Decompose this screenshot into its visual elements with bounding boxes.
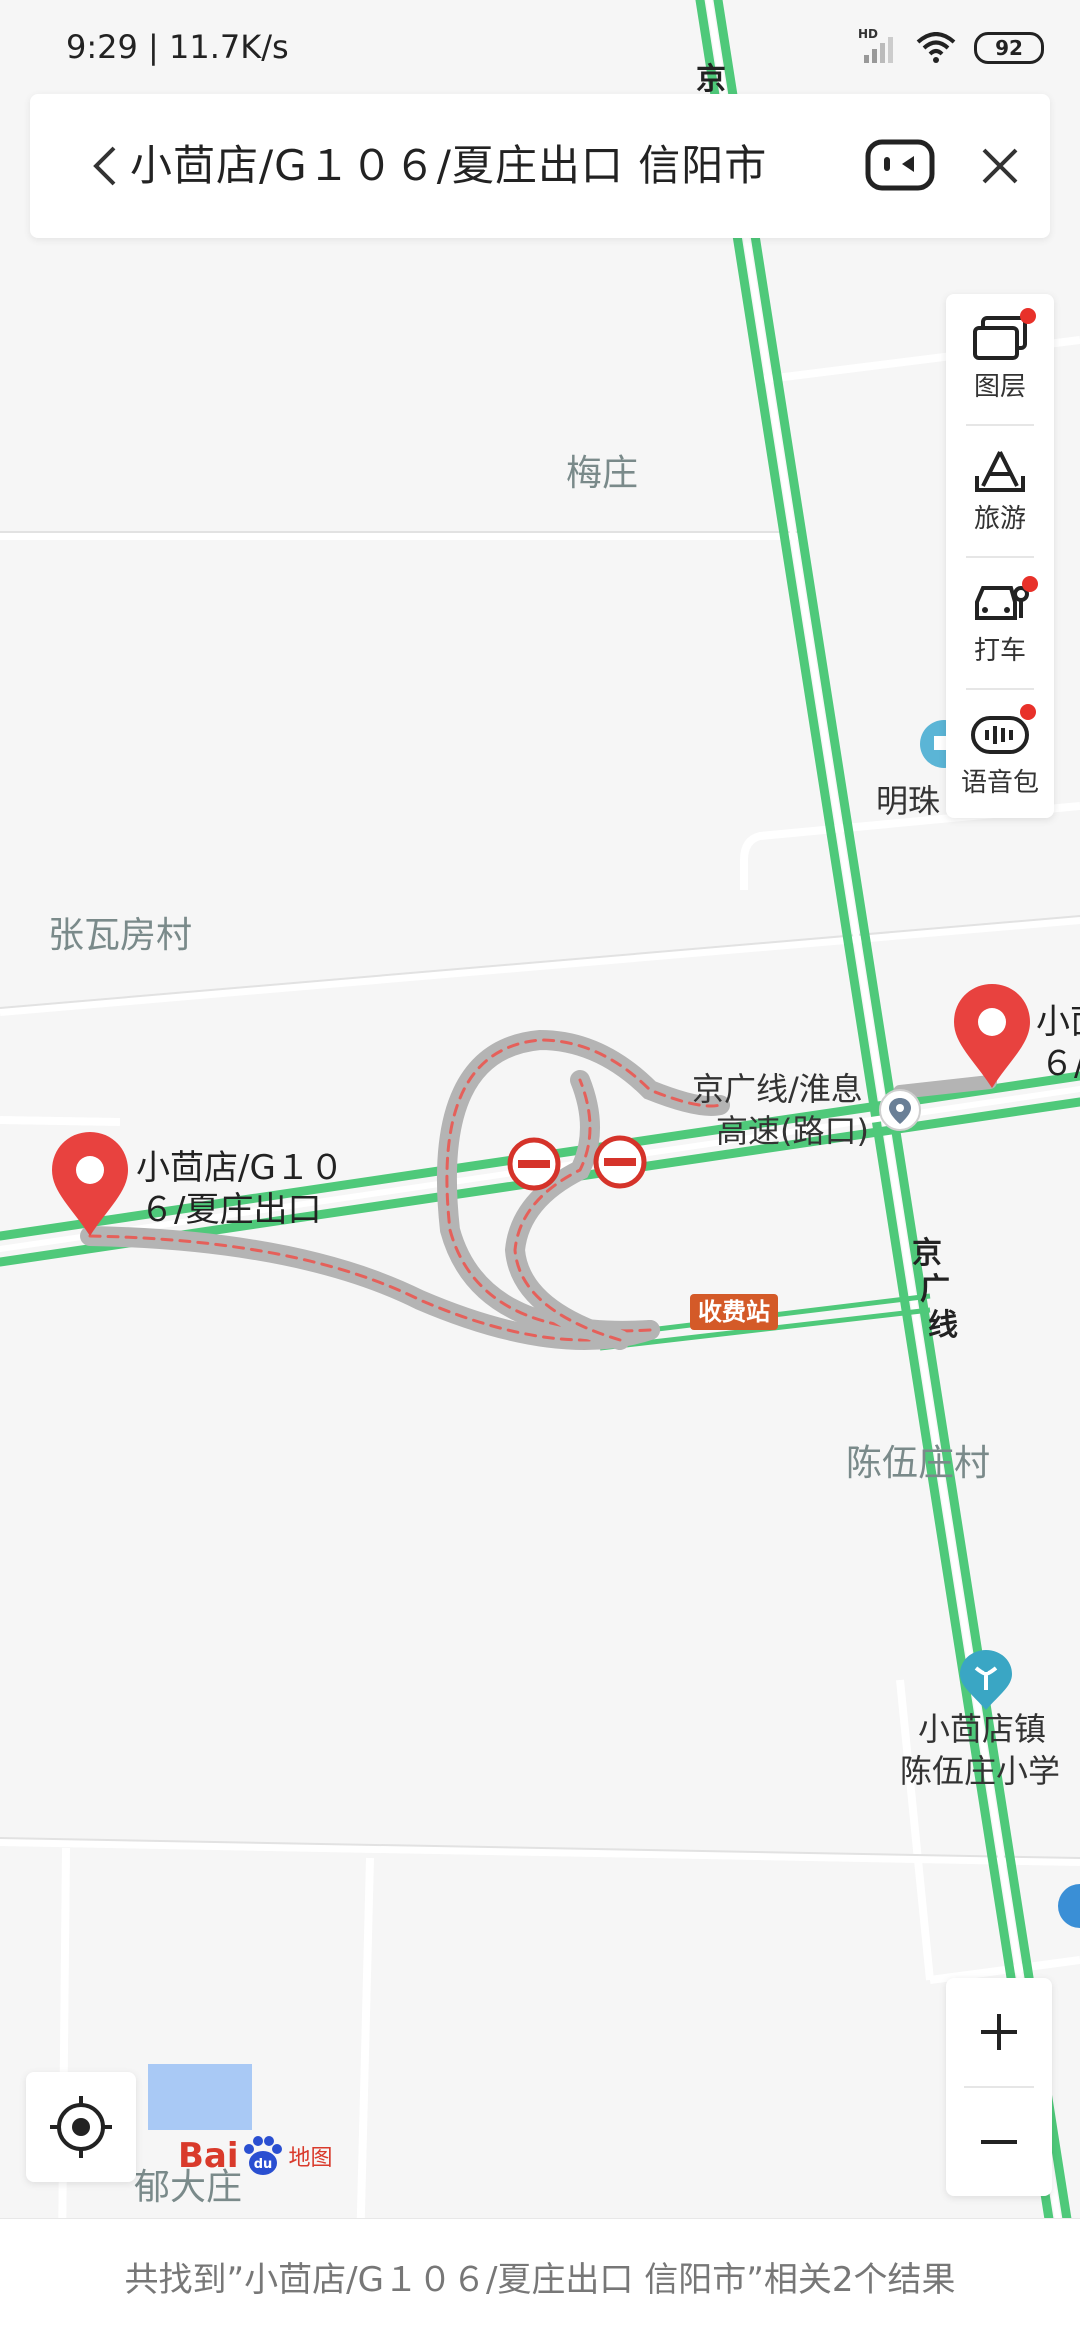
result-b-label-line1[interactable]: 小茴: [1036, 1000, 1080, 1044]
result-summary-text[interactable]: 共找到”小茴店/G１０６/夏庄出口 信阳市”相关2个结果: [0, 2219, 1080, 2341]
close-icon: [982, 148, 1018, 184]
layers-notification-dot: [1020, 308, 1036, 324]
close-button[interactable]: [968, 134, 1032, 198]
zoom-control: [946, 1978, 1052, 2196]
crosshair-icon: [50, 2096, 112, 2158]
edge-poi-icon[interactable]: [1058, 1884, 1080, 1928]
search-bar[interactable]: 小茴店/G１０６/夏庄出口 信阳市: [30, 94, 1050, 238]
minor-road: [58, 1847, 70, 2251]
voice-pack-button[interactable]: 语音包: [946, 690, 1054, 821]
result-b-label-line2[interactable]: ６/: [1040, 1042, 1080, 1086]
wifi-icon: [916, 32, 956, 63]
status-bar: 9:29 | 11.7K/s HD 92: [0, 0, 1080, 96]
status-network-speed: 11.7K/s: [168, 28, 289, 66]
paw-icon: du: [243, 2136, 282, 2175]
school-label-line2[interactable]: 陈伍庄小学: [900, 1750, 1060, 1792]
search-query-text[interactable]: 小茴店/G１０６/夏庄出口 信阳市: [130, 134, 767, 198]
plus-icon: [981, 2014, 1017, 2050]
layers-button[interactable]: 图层: [946, 294, 1054, 425]
place-label-meizhuang: 梅庄: [566, 453, 639, 494]
status-separator: |: [137, 28, 169, 66]
no-entry-icon: [507, 1137, 561, 1191]
zoom-in-button[interactable]: [946, 1978, 1052, 2086]
travel-label: 旅游: [973, 504, 1026, 534]
map-tile-overlay: [148, 2064, 252, 2130]
results-summary-bar[interactable]: 共找到”小茴店/G１０６/夏庄出口 信阳市”相关2个结果: [0, 2218, 1080, 2341]
toll-station-badge[interactable]: 收费站: [690, 1294, 778, 1330]
map-canvas[interactable]: 梅庄 张瓦房村 陈伍庄村 郁大庄 明珠 京 京 广 线 京广线/淮息 高速(路口…: [0, 0, 1080, 2340]
status-icons: HD 92: [858, 27, 1044, 68]
locate-me-button[interactable]: [26, 2072, 136, 2182]
layers-label: 图层: [973, 372, 1026, 402]
minor-road: [356, 1857, 374, 2251]
minus-icon: [981, 2140, 1017, 2144]
taxi-button[interactable]: 打车: [946, 558, 1054, 689]
baidu-map-logo: Bai du 地图: [178, 2132, 333, 2180]
junction-label-line2[interactable]: 高速(路口): [716, 1110, 869, 1152]
road-label-jingguang-3: 线: [928, 1308, 958, 1343]
junction-pin-icon[interactable]: [879, 1089, 921, 1131]
school-label-line1[interactable]: 小茴店镇: [918, 1708, 1046, 1750]
travel-icon: [975, 451, 1025, 492]
hd-signal-icon: HD: [858, 27, 898, 65]
logo-du-text: du: [253, 2157, 272, 2172]
place-label-zhangwafang: 张瓦房村: [48, 915, 193, 956]
voice-pack-notification-dot: [1020, 704, 1036, 720]
result-marker-b-icon[interactable]: [954, 984, 1030, 1088]
place-label-chenwuzhuang: 陈伍庄村: [846, 1443, 991, 1484]
logo-map-text: 地图: [288, 2146, 333, 2171]
status-time-speed: 9:29 | 11.7K/s: [66, 28, 289, 66]
back-arrow-icon: [93, 146, 116, 186]
result-a-label-line2[interactable]: ６/夏庄出口: [140, 1188, 321, 1232]
battery-icon: 92: [974, 32, 1044, 64]
status-time: 9:29: [66, 28, 138, 66]
zoom-out-button[interactable]: [946, 2088, 1052, 2196]
back-button[interactable]: [74, 134, 138, 198]
voice-pack-label: 语音包: [960, 768, 1039, 798]
junction-label-line1[interactable]: 京广线/淮息: [692, 1068, 863, 1110]
voice-assistant-icon: [865, 139, 935, 191]
map-tools-panel: 图层 旅游 打车 语音包: [946, 294, 1054, 818]
taxi-label: 打车: [973, 636, 1026, 666]
no-entry-icon: [593, 1135, 647, 1189]
travel-button[interactable]: 旅游: [946, 426, 1054, 557]
logo-bai-text: Bai: [178, 2136, 239, 2176]
poi-label-mingzhu[interactable]: 明珠: [876, 780, 940, 822]
voice-search-button[interactable]: [862, 132, 938, 200]
result-a-label-line1[interactable]: 小茴店/G１０: [136, 1146, 344, 1190]
taxi-notification-dot: [1022, 576, 1038, 592]
minor-road: [0, 1116, 121, 1126]
